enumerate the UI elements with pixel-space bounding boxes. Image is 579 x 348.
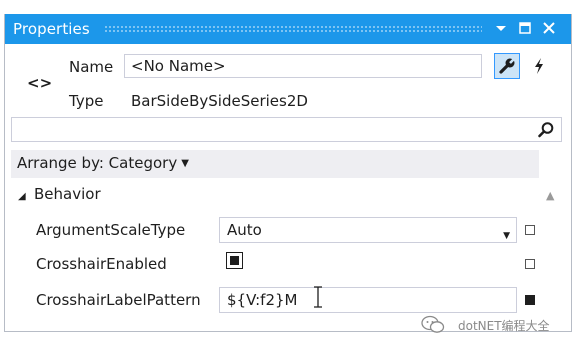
watermark-text: dotNET编程大全 [458, 319, 550, 333]
title-bar[interactable]: Properties [5, 14, 571, 44]
maximize-icon[interactable] [515, 18, 535, 38]
code-brackets-icon: <> [27, 74, 53, 92]
input-value: ${V:f2}M [227, 291, 298, 309]
window-menu-dropdown-icon[interactable] [491, 18, 511, 38]
events-view-button[interactable] [526, 53, 552, 79]
name-label: Name [69, 58, 114, 76]
collapse-triangle-icon[interactable]: ◢ [18, 191, 26, 202]
name-input[interactable]: <No Name> [124, 54, 482, 78]
category-behavior: Behavior [34, 185, 101, 203]
wrench-icon [499, 57, 516, 74]
properties-window: Properties <> Name <No Name> Type BarSid… [4, 14, 572, 332]
caret-down-icon: ▼ [181, 158, 189, 169]
crosshairenabled-checkbox[interactable] [226, 252, 243, 269]
arrange-by-label: Arrange by: Category [17, 154, 178, 172]
window-title: Properties [13, 20, 90, 38]
type-value: BarSideBySideSeries2D [131, 92, 308, 110]
arrange-by-dropdown[interactable]: Arrange by: Category ▼ [11, 150, 539, 178]
search-icon[interactable] [537, 121, 555, 139]
dropdown-arrow-icon[interactable]: ▼ [503, 227, 510, 245]
wechat-logo-icon [421, 315, 445, 333]
property-name: CrosshairLabelPattern [36, 291, 201, 309]
property-row-argumentscaletype: ArgumentScaleType Auto ▼ [11, 213, 561, 247]
property-name: ArgumentScaleType [36, 221, 186, 239]
property-marker-set[interactable] [525, 295, 535, 305]
crosshairlabelpattern-input[interactable]: ${V:f2}M [219, 287, 517, 313]
text-cursor-icon [314, 286, 322, 308]
search-input[interactable] [11, 117, 562, 142]
property-row-crosshairenabled: CrosshairEnabled [11, 247, 561, 281]
type-label: Type [69, 92, 104, 110]
close-icon[interactable] [539, 18, 559, 38]
checkbox-check-mark [230, 256, 239, 265]
properties-view-button[interactable] [494, 53, 520, 79]
lightning-icon [535, 58, 543, 74]
property-marker-default[interactable] [525, 259, 535, 269]
dropdown-value: Auto [227, 221, 262, 239]
watermark: dotNET编程大全 [420, 312, 579, 342]
argumentscaletype-dropdown[interactable]: Auto ▼ [219, 217, 517, 243]
property-marker-default[interactable] [525, 225, 535, 235]
title-grip [104, 25, 482, 33]
property-name: CrosshairEnabled [36, 255, 167, 273]
scroll-up-arrow-icon[interactable]: ▲ [546, 189, 554, 202]
